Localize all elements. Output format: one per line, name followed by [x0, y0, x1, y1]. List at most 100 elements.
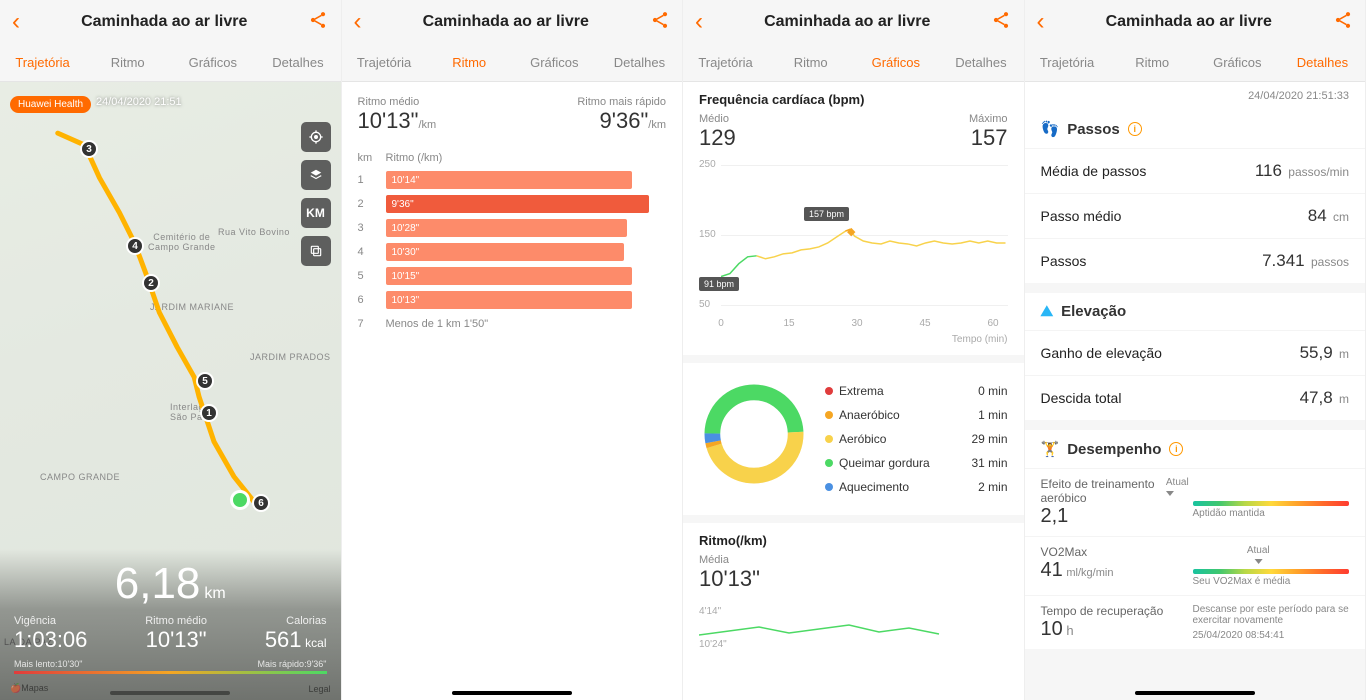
tab-detalhes[interactable]: Detalhes [1280, 44, 1365, 81]
detalhes-content: 24/04/2020 21:51:33 👣Passosi Média de pa… [1025, 82, 1366, 700]
recovery-row: Tempo de recuperação10 h Descanse por es… [1025, 595, 1366, 649]
tab-trajetoria[interactable]: Trajetória [1025, 44, 1110, 81]
km-marker-4: 4 [126, 237, 144, 255]
header: ‹ Caminhada ao ar livre [1025, 0, 1366, 44]
home-indicator [110, 691, 230, 695]
tab-trajetoria[interactable]: Trajetória [342, 44, 427, 81]
layers-button[interactable] [301, 160, 331, 190]
hr-line [721, 159, 1007, 307]
detail-row: Passo médio84 cm [1025, 193, 1366, 238]
km-marker-3: 3 [80, 140, 98, 158]
back-icon[interactable]: ‹ [12, 8, 20, 36]
hr-max-annotation: 157 bpm [804, 207, 849, 221]
tab-detalhes[interactable]: Detalhes [938, 44, 1023, 81]
km-marker-5: 5 [196, 372, 214, 390]
detail-row: Descida total47,8 m [1025, 375, 1366, 420]
graficos-content: Frequência cardíaca (bpm) Médio129 Máxim… [683, 82, 1024, 700]
elevation-group: ⛰Elevação Ganho de elevação55,9 mDescida… [1025, 293, 1366, 420]
map-content: JARDIM MARIANE JARDIM PRADOS CAMPO GRAND… [0, 82, 341, 700]
hr-peak-icon: ◆ [847, 225, 855, 238]
hr-title: Frequência cardíaca (bpm) [683, 82, 1024, 113]
back-icon[interactable]: ‹ [695, 8, 703, 36]
zone-row: Aquecimento2 min [825, 475, 1008, 499]
tab-graficos[interactable]: Gráficos [512, 44, 597, 81]
header: ‹ Caminhada ao ar livre [683, 0, 1024, 44]
tab-detalhes[interactable]: Detalhes [597, 44, 682, 81]
footsteps-icon: 👣 [1041, 120, 1060, 138]
pace-row: 310'28" [342, 216, 683, 240]
pane-graficos: ‹ Caminhada ao ar livre Trajetória Ritmo… [683, 0, 1025, 700]
ritmo-content: Ritmo médio10'13"/km Ritmo mais rápido9'… [342, 82, 683, 700]
tab-detalhes[interactable]: Detalhes [255, 44, 340, 81]
tabs: Trajetória Ritmo Gráficos Detalhes [0, 44, 341, 82]
detail-row: Média de passos116 passos/min [1025, 148, 1366, 193]
hr-chart: 250 150 50 157 bpm ◆ 91 bpm 0 15 30 45 6… [699, 159, 1008, 329]
pace-row: 110'14" [342, 168, 683, 192]
hr-min-annotation: 91 bpm [699, 277, 739, 291]
pace-bars: 110'14"29'36"310'28"410'30"510'15"610'13… [342, 168, 683, 312]
km-marker-1: 1 [200, 404, 218, 422]
share-icon[interactable] [308, 10, 328, 35]
pace-row: 610'13" [342, 288, 683, 312]
stats-overlay: 6,18km Vigência1:03:06 Ritmo médio10'13"… [0, 549, 341, 700]
page-title: Caminhada ao ar livre [81, 13, 247, 31]
pace-row: 29'36" [342, 192, 683, 216]
detail-timestamp: 24/04/2020 21:51:33 [1025, 82, 1366, 110]
zones-section: Extrema0 minAnaeróbico1 minAeróbico29 mi… [683, 355, 1024, 515]
tabs: Trajetória Ritmo Gráficos Detalhes [342, 44, 683, 82]
tab-graficos[interactable]: Gráficos [853, 44, 938, 81]
performance-group: 🏋Desempenhoi Efeito de treinamento aerób… [1025, 430, 1366, 649]
map-datetime: 24/04/2020 21:51 [96, 96, 182, 108]
home-indicator [452, 691, 572, 695]
km-marker-6: 6 [252, 494, 270, 512]
info-icon[interactable]: i [1169, 442, 1183, 456]
zone-row: Anaeróbico1 min [825, 403, 1008, 427]
tabs: Trajetória Ritmo Gráficos Detalhes [1025, 44, 1366, 82]
map-attribution: 🍎Mapas [10, 683, 48, 694]
training-effect-row: Efeito de treinamento aeróbico2,1 AtualA… [1025, 468, 1366, 536]
tab-ritmo[interactable]: Ritmo [85, 44, 170, 81]
zone-row: Aeróbico29 min [825, 427, 1008, 451]
distance: 6,18km [14, 559, 327, 609]
page-title: Caminhada ao ar livre [1106, 13, 1272, 31]
back-icon[interactable]: ‹ [354, 8, 362, 36]
share-icon[interactable] [650, 10, 670, 35]
map-legal[interactable]: Legal [308, 684, 330, 694]
start-marker-icon [230, 490, 250, 510]
tab-trajetoria[interactable]: Trajetória [0, 44, 85, 81]
tab-ritmo[interactable]: Ritmo [1110, 44, 1195, 81]
home-indicator [1135, 691, 1255, 695]
pace-chart-title: Ritmo(/km) [699, 533, 1008, 554]
share-icon[interactable] [991, 10, 1011, 35]
page-title: Caminhada ao ar livre [423, 13, 589, 31]
pane-trajetoria: ‹ Caminhada ao ar livre Trajetória Ritmo… [0, 0, 342, 700]
tabs: Trajetória Ritmo Gráficos Detalhes [683, 44, 1024, 82]
share-icon[interactable] [1333, 10, 1353, 35]
tab-graficos[interactable]: Gráficos [170, 44, 255, 81]
locate-button[interactable] [301, 122, 331, 152]
pace-row: 510'15" [342, 264, 683, 288]
pane-ritmo: ‹ Caminhada ao ar livre Trajetória Ritmo… [342, 0, 684, 700]
header: ‹ Caminhada ao ar livre [342, 0, 683, 44]
header: ‹ Caminhada ao ar livre [0, 0, 341, 44]
zones-donut [699, 379, 809, 489]
detail-row: Ganho de elevação55,9 m [1025, 330, 1366, 375]
back-icon[interactable]: ‹ [1037, 8, 1045, 36]
tab-ritmo[interactable]: Ritmo [427, 44, 512, 81]
zones-legend: Extrema0 minAnaeróbico1 minAeróbico29 mi… [825, 379, 1008, 499]
app-badge: Huawei Health [10, 96, 91, 113]
steps-group: 👣Passosi Média de passos116 passos/minPa… [1025, 110, 1366, 283]
copy-button[interactable] [301, 236, 331, 266]
pace-sparkline [699, 621, 1008, 639]
zone-row: Extrema0 min [825, 379, 1008, 403]
tab-ritmo[interactable]: Ritmo [768, 44, 853, 81]
barbell-icon: 🏋 [1041, 440, 1060, 458]
km-button[interactable]: KM [301, 198, 331, 228]
mountain-icon: ⛰ [1041, 303, 1054, 320]
vo2max-row: VO2Max41 ml/kg/min AtualSeu VO2Max é méd… [1025, 536, 1366, 595]
map[interactable]: JARDIM MARIANE JARDIM PRADOS CAMPO GRAND… [0, 82, 341, 700]
pace-gradient [14, 671, 327, 674]
tab-graficos[interactable]: Gráficos [1195, 44, 1280, 81]
tab-trajetoria[interactable]: Trajetória [683, 44, 768, 81]
info-icon[interactable]: i [1128, 122, 1142, 136]
